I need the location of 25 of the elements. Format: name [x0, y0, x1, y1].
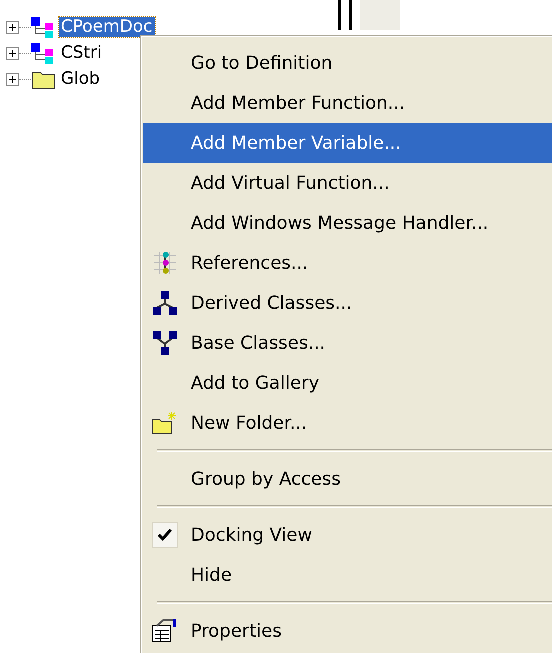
expand-icon[interactable]	[6, 20, 19, 34]
menu-item[interactable]: Add Member Function...	[143, 83, 552, 123]
menu-item[interactable]: Group by Access	[143, 459, 552, 499]
tree-item[interactable]: Glob	[59, 69, 102, 89]
menu-item[interactable]: References...	[143, 243, 552, 283]
properties-icon	[152, 618, 178, 644]
expand-icon[interactable]	[6, 72, 19, 86]
menu-item[interactable]: Derived Classes...	[143, 283, 552, 323]
menu-item[interactable]: Base Classes...	[143, 323, 552, 363]
class-hierarchy-icon	[152, 330, 178, 356]
new-folder-icon	[152, 410, 178, 436]
tree-item[interactable]: CStri	[59, 43, 104, 63]
tree-item[interactable]: CPoemDoc	[59, 17, 155, 37]
class-hierarchy-icon	[152, 290, 178, 316]
menu-item[interactable]: Add Member Variable...	[143, 123, 552, 163]
menu-item[interactable]: New Folder...	[143, 403, 552, 443]
menu-item[interactable]: Add to Gallery	[143, 363, 552, 403]
references-icon	[152, 250, 178, 276]
expand-icon[interactable]	[6, 46, 19, 60]
menu-item[interactable]: Docking View	[143, 515, 552, 555]
menu-item[interactable]: Properties	[143, 611, 552, 651]
menu-item[interactable]: Go to Definition	[143, 43, 552, 83]
menu-item[interactable]: Hide	[143, 555, 552, 595]
menu-item[interactable]: Add Virtual Function...	[143, 163, 552, 203]
menu-item[interactable]: Add Windows Message Handler...	[143, 203, 552, 243]
